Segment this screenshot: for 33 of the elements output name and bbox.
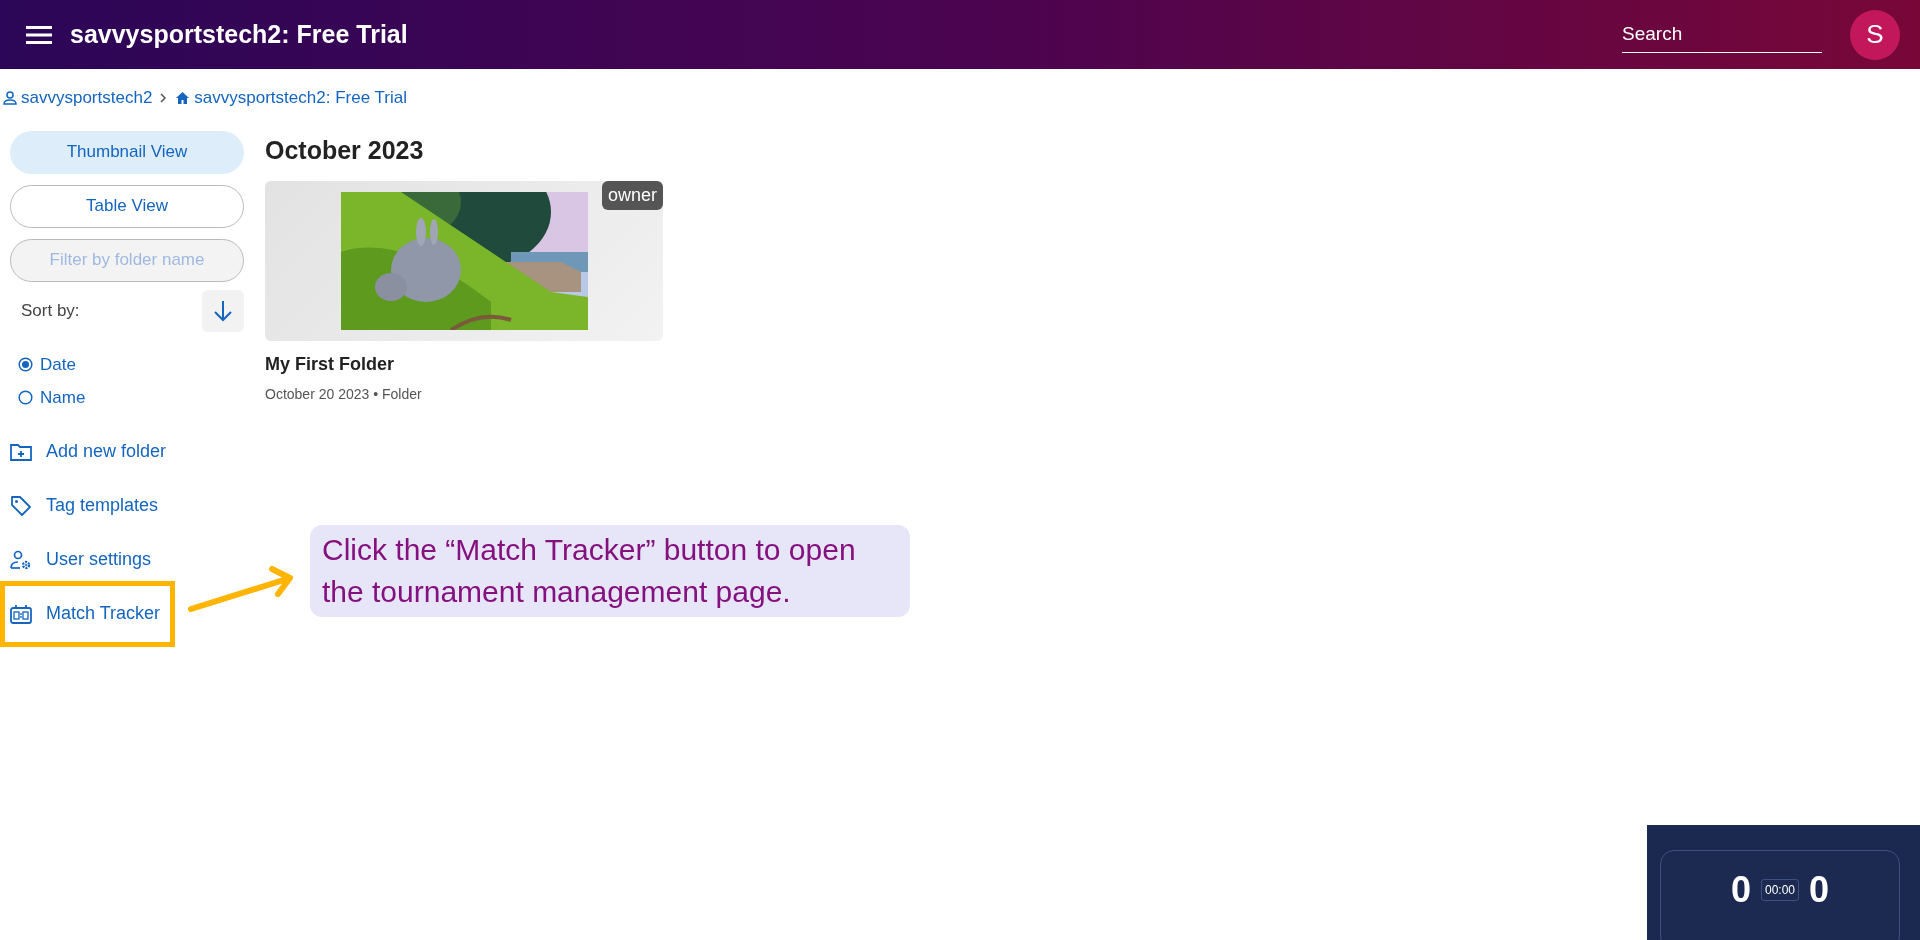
- score: 0: [1809, 868, 1830, 912]
- annotation-text: Click the “Match Tracker” button to open the tournament management page.: [310, 525, 910, 617]
- menu-icon[interactable]: [26, 24, 52, 45]
- view-toggle[interactable]: Thumbnail View: [10, 130, 244, 174]
- folder-plus-icon: [10, 442, 32, 461]
- app-title: savvysportstech2: Free Trial: [70, 18, 408, 50]
- user-gear-icon: [10, 549, 32, 570]
- role-badge: owner: [601, 180, 663, 210]
- filter-field[interactable]: Filter by folder name: [10, 238, 244, 282]
- arrow-down-icon: [213, 299, 233, 322]
- radio-option[interactable]: Date: [10, 347, 76, 381]
- folder-title[interactable]: My First Folder: [265, 350, 663, 378]
- breadcrumb-link[interactable]: savvysportstech2: Free Trial: [175, 85, 407, 111]
- sidebar-link[interactable]: Match Tracker: [0, 580, 176, 647]
- person-icon: [3, 90, 17, 105]
- sort-label: Sort by:: [20, 299, 80, 322]
- scoreboard-icon: [10, 603, 32, 624]
- radio-unchecked-icon[interactable]: [18, 390, 33, 406]
- score: 0: [1730, 868, 1751, 912]
- home-icon: [175, 90, 191, 105]
- radio-checked-icon[interactable]: [18, 356, 33, 372]
- radio-option[interactable]: Name: [10, 381, 86, 415]
- match-clock: 00:00: [1761, 879, 1799, 901]
- tag-icon: [10, 494, 32, 517]
- folder-card[interactable]: owner: [265, 180, 663, 341]
- sort-direction-button[interactable]: [202, 289, 244, 332]
- search-field[interactable]: Search: [1622, 15, 1822, 54]
- chevron-icon: [160, 92, 168, 103]
- section-title: October 2023: [265, 134, 425, 165]
- breadcrumb-link[interactable]: savvysportstech2: [3, 85, 153, 111]
- view-toggle[interactable]: Table View: [10, 184, 244, 228]
- folder-meta: October 20 2023 • Folder: [265, 384, 423, 404]
- avatar[interactable]: S: [1850, 9, 1900, 60]
